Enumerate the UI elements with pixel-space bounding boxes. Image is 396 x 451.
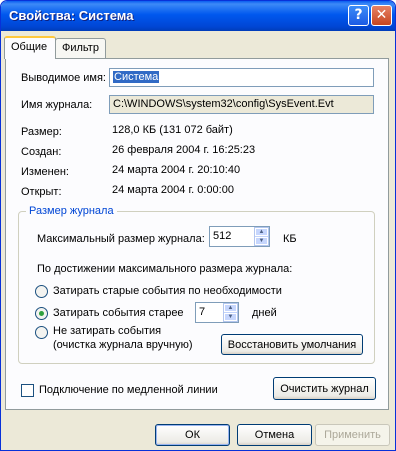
clear-log-button[interactable]: Очистить журнал: [273, 377, 376, 400]
days-unit: дней: [252, 307, 277, 319]
window-title: Свойства: Система: [9, 8, 134, 23]
days-spinner[interactable]: ▲ ▼: [223, 303, 238, 322]
title-bar[interactable]: Свойства: Система ? ✕: [1, 1, 395, 31]
days-value: 7: [199, 306, 206, 318]
tab-general-label: Общие: [11, 41, 48, 53]
ok-button[interactable]: ОК: [155, 424, 230, 446]
properties-dialog: Свойства: Система ? ✕ Фильтр Общие Вывод…: [0, 0, 396, 451]
no-overwrite-note: (очистка журнала вручную): [53, 339, 193, 351]
radio-overwrite-as-needed[interactable]: [35, 285, 48, 298]
size-label: Размер:: [21, 126, 62, 138]
spin-up-icon[interactable]: ▲: [255, 228, 268, 236]
help-icon: ?: [354, 7, 363, 23]
close-icon: ✕: [375, 7, 388, 23]
log-name-field[interactable]: C:\WINDOWS\system32\config\SysEvent.Evt: [109, 95, 374, 114]
tab-general[interactable]: Общие: [4, 36, 56, 59]
apply-button[interactable]: Применить: [315, 424, 390, 446]
opened-value: 24 марта 2004 г. 0:00:00: [112, 184, 234, 196]
help-button[interactable]: ?: [348, 5, 369, 26]
log-size-group-title: Размер журнала: [26, 205, 117, 217]
modified-value: 24 марта 2004 г. 20:10:40: [112, 164, 241, 176]
restore-defaults-button[interactable]: Восстановить умолчания: [221, 334, 363, 355]
max-size-label: Максимальный размер журнала:: [37, 233, 205, 245]
created-label: Создан:: [21, 146, 62, 158]
spin-down-icon[interactable]: ▼: [224, 313, 237, 321]
max-size-spinner[interactable]: ▲ ▼: [254, 227, 269, 246]
radio-overwrite-older[interactable]: [35, 307, 48, 320]
log-name-value: C:\WINDOWS\system32\config\SysEvent.Evt: [113, 98, 334, 110]
spin-up-icon[interactable]: ▲: [224, 304, 237, 312]
opened-label: Открыт:: [21, 186, 62, 198]
overwrite-older-label[interactable]: Затирать события старее: [53, 307, 184, 319]
modified-label: Изменен:: [21, 166, 69, 178]
display-name-value: Система: [113, 71, 160, 83]
tab-filter-label: Фильтр: [62, 42, 99, 54]
log-name-label: Имя журнала:: [21, 99, 93, 111]
display-name-label: Выводимое имя:: [21, 72, 106, 84]
overwrite-as-needed-label[interactable]: Затирать старые события по необходимости: [53, 285, 282, 297]
size-value: 128,0 КБ (131 072 байт): [112, 124, 233, 136]
slow-link-checkbox[interactable]: [21, 384, 34, 397]
created-value: 26 февраля 2004 г. 16:25:23: [112, 144, 256, 156]
radio-no-overwrite[interactable]: [35, 326, 48, 339]
tab-filter[interactable]: Фильтр: [55, 38, 106, 58]
max-size-unit: КБ: [283, 233, 297, 245]
close-button[interactable]: ✕: [371, 5, 392, 26]
display-name-input[interactable]: Система: [109, 68, 374, 87]
cancel-button[interactable]: Отмена: [237, 424, 312, 446]
no-overwrite-label[interactable]: Не затирать события: [53, 325, 161, 337]
spin-down-icon[interactable]: ▼: [255, 237, 268, 245]
slow-link-label[interactable]: Подключение по медленной линии: [39, 384, 218, 396]
on-reach-label: По достижении максимального размера журн…: [37, 263, 293, 275]
max-size-value: 512: [213, 230, 232, 242]
